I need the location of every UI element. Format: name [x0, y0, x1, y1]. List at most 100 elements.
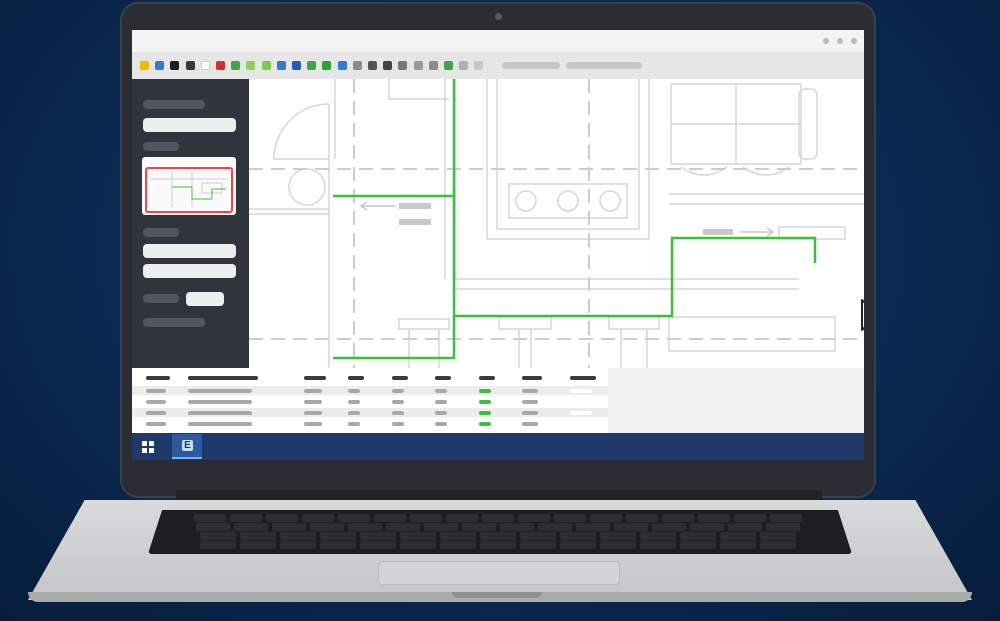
- keyboard-key: [560, 532, 596, 540]
- table-cell: [146, 400, 166, 404]
- keyboard-key: [538, 523, 572, 531]
- keyboard-key: [200, 541, 236, 549]
- keyboard-key: [520, 541, 556, 549]
- keyboard-key: [320, 541, 356, 549]
- color-swatch[interactable]: [155, 61, 165, 70]
- keyboard-key: [500, 523, 534, 531]
- app-e-icon: E: [182, 440, 193, 451]
- keyboard-key: [440, 541, 476, 549]
- maximize-button[interactable]: [837, 38, 843, 44]
- color-swatch[interactable]: [428, 61, 438, 70]
- keyboard-key: [720, 532, 756, 540]
- color-swatch[interactable]: [307, 61, 317, 70]
- color-swatch[interactable]: [337, 61, 347, 70]
- table-cell: [348, 389, 360, 393]
- layout-thumbnail[interactable]: [142, 157, 236, 215]
- table-cell: [146, 422, 166, 426]
- color-swatch[interactable]: [474, 61, 484, 70]
- keyboard-key: [200, 532, 236, 540]
- toolbar-field[interactable]: [566, 62, 642, 69]
- color-swatch[interactable]: [170, 61, 180, 70]
- color-swatch[interactable]: [444, 61, 453, 70]
- table-cell: [188, 411, 252, 415]
- table-cell: [392, 389, 404, 393]
- color-swatch[interactable]: [322, 61, 332, 70]
- color-swatch[interactable]: [200, 61, 210, 70]
- minimize-button[interactable]: [823, 38, 829, 44]
- close-button[interactable]: [851, 38, 857, 44]
- keyboard-key: [240, 532, 276, 540]
- color-swatch[interactable]: [398, 61, 408, 70]
- keyboard-key: [360, 541, 396, 549]
- keyboard-key: [662, 514, 694, 522]
- color-swatch[interactable]: [216, 61, 225, 70]
- windows-logo-icon[interactable]: [142, 441, 154, 453]
- color-swatch[interactable]: [383, 61, 393, 70]
- color-swatch[interactable]: [261, 61, 271, 70]
- keyboard-key: [360, 532, 396, 540]
- sidebar-label: [143, 294, 179, 303]
- screen: E: [132, 30, 864, 460]
- keyboard-key: [680, 532, 716, 540]
- color-swatch[interactable]: [276, 61, 286, 70]
- keyboard-key: [480, 541, 516, 549]
- table-cell: [570, 422, 592, 426]
- keyboard-key: [480, 532, 516, 540]
- table-cell: [522, 389, 538, 393]
- keyboard-key: [652, 523, 686, 531]
- table-header-cell: [146, 376, 170, 380]
- color-swatch[interactable]: [185, 61, 195, 70]
- table-cell: [304, 422, 322, 426]
- color-swatch[interactable]: [459, 61, 469, 70]
- color-swatch[interactable]: [352, 61, 362, 70]
- floor-plan-canvas[interactable]: [249, 79, 864, 368]
- keyboard-key: [424, 523, 458, 531]
- sidebar-input[interactable]: [143, 244, 236, 258]
- color-swatch[interactable]: [413, 61, 423, 70]
- keyboard-key: [410, 514, 442, 522]
- keyboard: [148, 510, 852, 554]
- status-indicator: [479, 411, 491, 415]
- table-cell: [570, 400, 592, 404]
- keyboard-key: [614, 523, 648, 531]
- table-cell: [348, 400, 360, 404]
- app-taskbar-button[interactable]: E: [172, 434, 202, 459]
- sidebar-input[interactable]: [143, 118, 236, 132]
- table-cell: [348, 411, 360, 415]
- keyboard-key: [760, 532, 796, 540]
- sidebar-heading: [143, 228, 179, 237]
- keyboard-key: [554, 514, 586, 522]
- table-cell: [188, 422, 252, 426]
- color-swatch[interactable]: [292, 61, 301, 70]
- keyboard-key: [440, 532, 476, 540]
- keyboard-key: [690, 523, 724, 531]
- color-swatch[interactable]: [246, 61, 256, 70]
- table-cell: [392, 411, 404, 415]
- keyboard-key: [280, 532, 316, 540]
- sidebar-label: [143, 318, 205, 327]
- data-table: [132, 368, 608, 433]
- keyboard-key: [482, 514, 514, 522]
- table-cell: [348, 422, 360, 426]
- color-swatch[interactable]: [140, 61, 149, 70]
- keyboard-key: [374, 514, 406, 522]
- webcam: [495, 13, 502, 20]
- lid-notch: [452, 592, 542, 598]
- toolbar-field[interactable]: [502, 62, 560, 69]
- floor-plan-drawing: [249, 79, 864, 368]
- table-cell: [392, 422, 404, 426]
- color-swatch[interactable]: [368, 61, 377, 70]
- keyboard-key: [266, 514, 298, 522]
- sidebar-input[interactable]: [143, 264, 236, 278]
- color-swatch[interactable]: [231, 61, 241, 70]
- table-panel-empty: [608, 368, 864, 433]
- keyboard-key: [600, 532, 636, 540]
- keyboard-key: [280, 541, 316, 549]
- sidebar-small-input[interactable]: [186, 292, 224, 306]
- sidebar: [132, 79, 249, 368]
- keyboard-key: [338, 514, 370, 522]
- table-header-cell: [479, 376, 495, 380]
- keyboard-key: [734, 514, 766, 522]
- trackpad: [378, 561, 620, 585]
- keyboard-key: [766, 523, 800, 531]
